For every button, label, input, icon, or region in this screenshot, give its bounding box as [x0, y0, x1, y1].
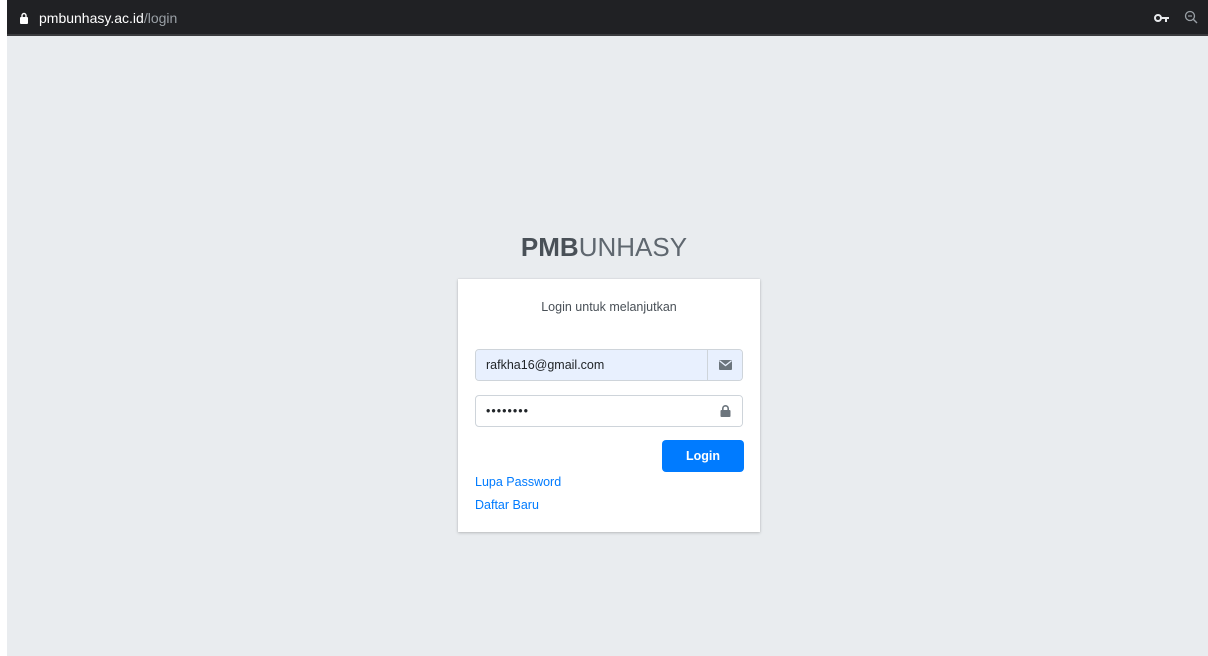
email-field[interactable] — [476, 350, 707, 380]
zoom-icon[interactable] — [1184, 10, 1198, 24]
login-message: Login untuk melanjutkan — [541, 300, 677, 314]
login-button[interactable]: Login — [662, 440, 744, 472]
email-addon — [707, 350, 742, 380]
url-text[interactable]: pmbunhasy.ac.id/login — [39, 10, 177, 26]
url-path: /login — [143, 10, 178, 26]
envelope-icon — [718, 360, 732, 370]
lock-icon — [20, 12, 28, 24]
brand-bold: PMB — [520, 232, 579, 262]
login-card: Login untuk melanjutkan Login Lupa Passw… — [458, 279, 760, 532]
brand-light: UNHASY — [578, 232, 688, 262]
email-input-group — [475, 349, 743, 381]
register-link[interactable]: Daftar Baru — [475, 498, 539, 512]
key-icon[interactable] — [1154, 12, 1170, 24]
address-bar[interactable]: pmbunhasy.ac.id/login — [7, 0, 1208, 36]
password-addon — [708, 396, 742, 426]
forgot-password-link[interactable]: Lupa Password — [475, 475, 561, 489]
site-logo[interactable]: PMBUNHASY — [0, 232, 1208, 262]
url-host: pmbunhasy.ac.id — [39, 10, 144, 26]
password-field[interactable] — [476, 396, 708, 426]
password-input-group — [475, 395, 743, 427]
lock-icon — [720, 405, 730, 417]
